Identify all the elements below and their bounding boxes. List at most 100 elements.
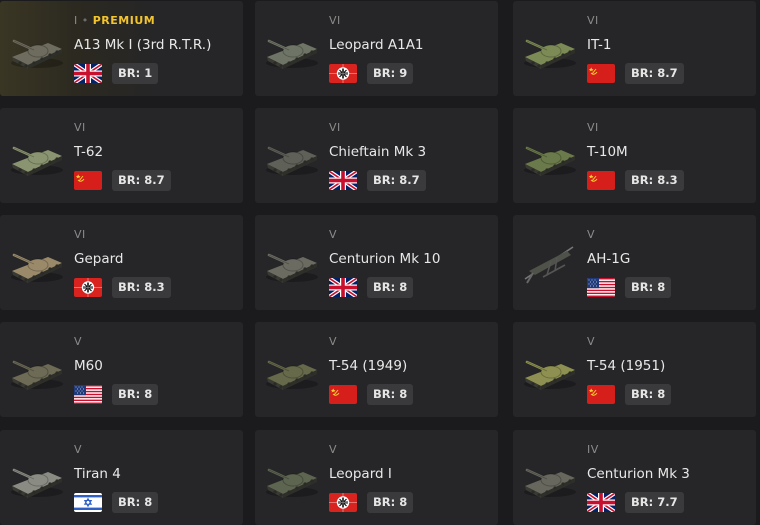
vehicle-tier: V (329, 228, 337, 242)
tank-thumbnail (263, 344, 321, 396)
vehicle-tier: VI (74, 228, 86, 242)
tank-thumbnail (8, 344, 66, 396)
vehicle-tier: V (74, 443, 82, 457)
tier-label: VI (587, 14, 599, 27)
vehicle-tier: V (74, 335, 82, 349)
vehicle-name: A13 Mk I (3rd R.T.R.) (74, 37, 212, 53)
vehicle-tier: VI (329, 121, 341, 135)
vehicle-card[interactable]: V Centurion Mk 10 BR: 8 (255, 215, 498, 310)
vehicle-name: T-10M (587, 144, 628, 160)
vehicle-name: T-54 (1949) (329, 358, 408, 374)
tier-label: I (74, 14, 78, 27)
vehicle-name: IT-1 (587, 37, 612, 53)
tier-label: VI (74, 121, 86, 134)
flag-germany-icon (329, 493, 357, 512)
vehicle-card[interactable]: I • PREMIUM A13 Mk I (3rd R.T.R.) BR: 1 (0, 1, 243, 96)
vehicle-card[interactable]: V T-54 (1949) BR: 8 (255, 322, 498, 417)
vehicle-name: M60 (74, 358, 103, 374)
vehicle-tier: VI (74, 121, 86, 135)
vehicle-card[interactable]: V Leopard I BR: 8 (255, 430, 498, 525)
tier-label: IV (587, 443, 599, 456)
vehicle-tier: V (587, 228, 595, 242)
vehicle-card[interactable]: V M60 BR: 8 (0, 322, 243, 417)
vehicle-name: Centurion Mk 3 (587, 466, 690, 482)
helicopter-thumbnail (521, 237, 579, 289)
flag-ussr-icon (587, 171, 615, 190)
vehicle-card[interactable]: VI T-62 BR: 8.7 (0, 108, 243, 203)
tank-thumbnail (263, 452, 321, 504)
vehicle-tier: VI (587, 121, 599, 135)
vehicle-name: Leopard A1A1 (329, 37, 424, 53)
separator-dot: • (81, 14, 89, 27)
flag-ussr-icon (587, 385, 615, 404)
tier-label: V (329, 228, 338, 241)
vehicle-name: Tiran 4 (74, 466, 121, 482)
battle-rating-badge: BR: 8.7 (112, 170, 171, 191)
vehicle-card[interactable]: VI Leopard A1A1 BR: 9 (255, 1, 498, 96)
battle-rating-badge: BR: 8 (112, 384, 159, 405)
flag-uk-icon (329, 171, 357, 190)
tier-label: V (74, 335, 83, 348)
vehicle-tier: V (587, 335, 595, 349)
vehicle-card[interactable]: V T-54 (1951) BR: 8 (513, 322, 756, 417)
battle-rating-badge: BR: 8 (367, 384, 414, 405)
battle-rating-badge: BR: 8 (112, 492, 159, 513)
tank-thumbnail (8, 237, 66, 289)
battle-rating-badge: BR: 1 (112, 63, 159, 84)
tier-label: V (329, 335, 338, 348)
vehicle-card[interactable]: VI Gepard BR: 8.3 (0, 215, 243, 310)
flag-usa-icon (74, 385, 102, 404)
flag-germany-icon (74, 278, 102, 297)
vehicle-card[interactable]: VI T-10M BR: 8.3 (513, 108, 756, 203)
flag-usa-icon (587, 278, 615, 297)
vehicle-name: Gepard (74, 251, 124, 267)
flag-ussr-icon (74, 171, 102, 190)
battle-rating-badge: BR: 8.3 (112, 277, 171, 298)
vehicle-tier: I • PREMIUM (74, 14, 155, 28)
tank-thumbnail (521, 344, 579, 396)
battle-rating-badge: BR: 8 (367, 492, 414, 513)
battle-rating-badge: BR: 8 (367, 277, 414, 298)
battle-rating-badge: BR: 8.3 (625, 170, 684, 191)
battle-rating-badge: BR: 8 (625, 277, 672, 298)
battle-rating-badge: BR: 8.7 (625, 63, 684, 84)
vehicle-tier: V (329, 335, 337, 349)
tank-thumbnail (8, 23, 66, 75)
tier-label: V (74, 443, 83, 456)
vehicle-name: AH-1G (587, 251, 631, 267)
vehicle-grid: I • PREMIUM A13 Mk I (3rd R.T.R.) BR: 1 VI Leo… (0, 0, 760, 525)
tier-label: V (587, 335, 596, 348)
vehicle-name: Leopard I (329, 466, 392, 482)
flag-uk-icon (587, 493, 615, 512)
battle-rating-badge: BR: 8 (625, 384, 672, 405)
vehicle-name: T-62 (74, 144, 104, 160)
tank-thumbnail (521, 452, 579, 504)
tier-label: VI (74, 228, 86, 241)
tier-label: V (587, 228, 596, 241)
vehicle-card[interactable]: V Tiran 4 BR: 8 (0, 430, 243, 525)
tank-thumbnail (263, 237, 321, 289)
vehicle-name: Centurion Mk 10 (329, 251, 441, 267)
vehicle-tier: VI (587, 14, 599, 28)
battle-rating-badge: BR: 7.7 (625, 492, 684, 513)
tier-label: VI (587, 121, 599, 134)
tank-thumbnail (521, 130, 579, 182)
tank-thumbnail (263, 130, 321, 182)
tank-thumbnail (8, 130, 66, 182)
flag-uk-icon (329, 278, 357, 297)
vehicle-card[interactable]: VI IT-1 BR: 8.7 (513, 1, 756, 96)
vehicle-name: T-54 (1951) (587, 358, 666, 374)
tier-label: VI (329, 121, 341, 134)
flag-ussr-icon (587, 64, 615, 83)
vehicle-card[interactable]: IV Centurion Mk 3 BR: 7.7 (513, 430, 756, 525)
vehicle-tier: V (329, 443, 337, 457)
tank-thumbnail (8, 452, 66, 504)
vehicle-card[interactable]: V AH-1G BR: 8 (513, 215, 756, 310)
vehicle-card[interactable]: VI Chieftain Mk 3 BR: 8.7 (255, 108, 498, 203)
tank-thumbnail (521, 23, 579, 75)
vehicle-tier: VI (329, 14, 341, 28)
premium-badge: PREMIUM (92, 14, 156, 27)
flag-ussr-icon (329, 385, 357, 404)
tier-label: VI (329, 14, 341, 27)
flag-israel-icon (74, 493, 102, 512)
